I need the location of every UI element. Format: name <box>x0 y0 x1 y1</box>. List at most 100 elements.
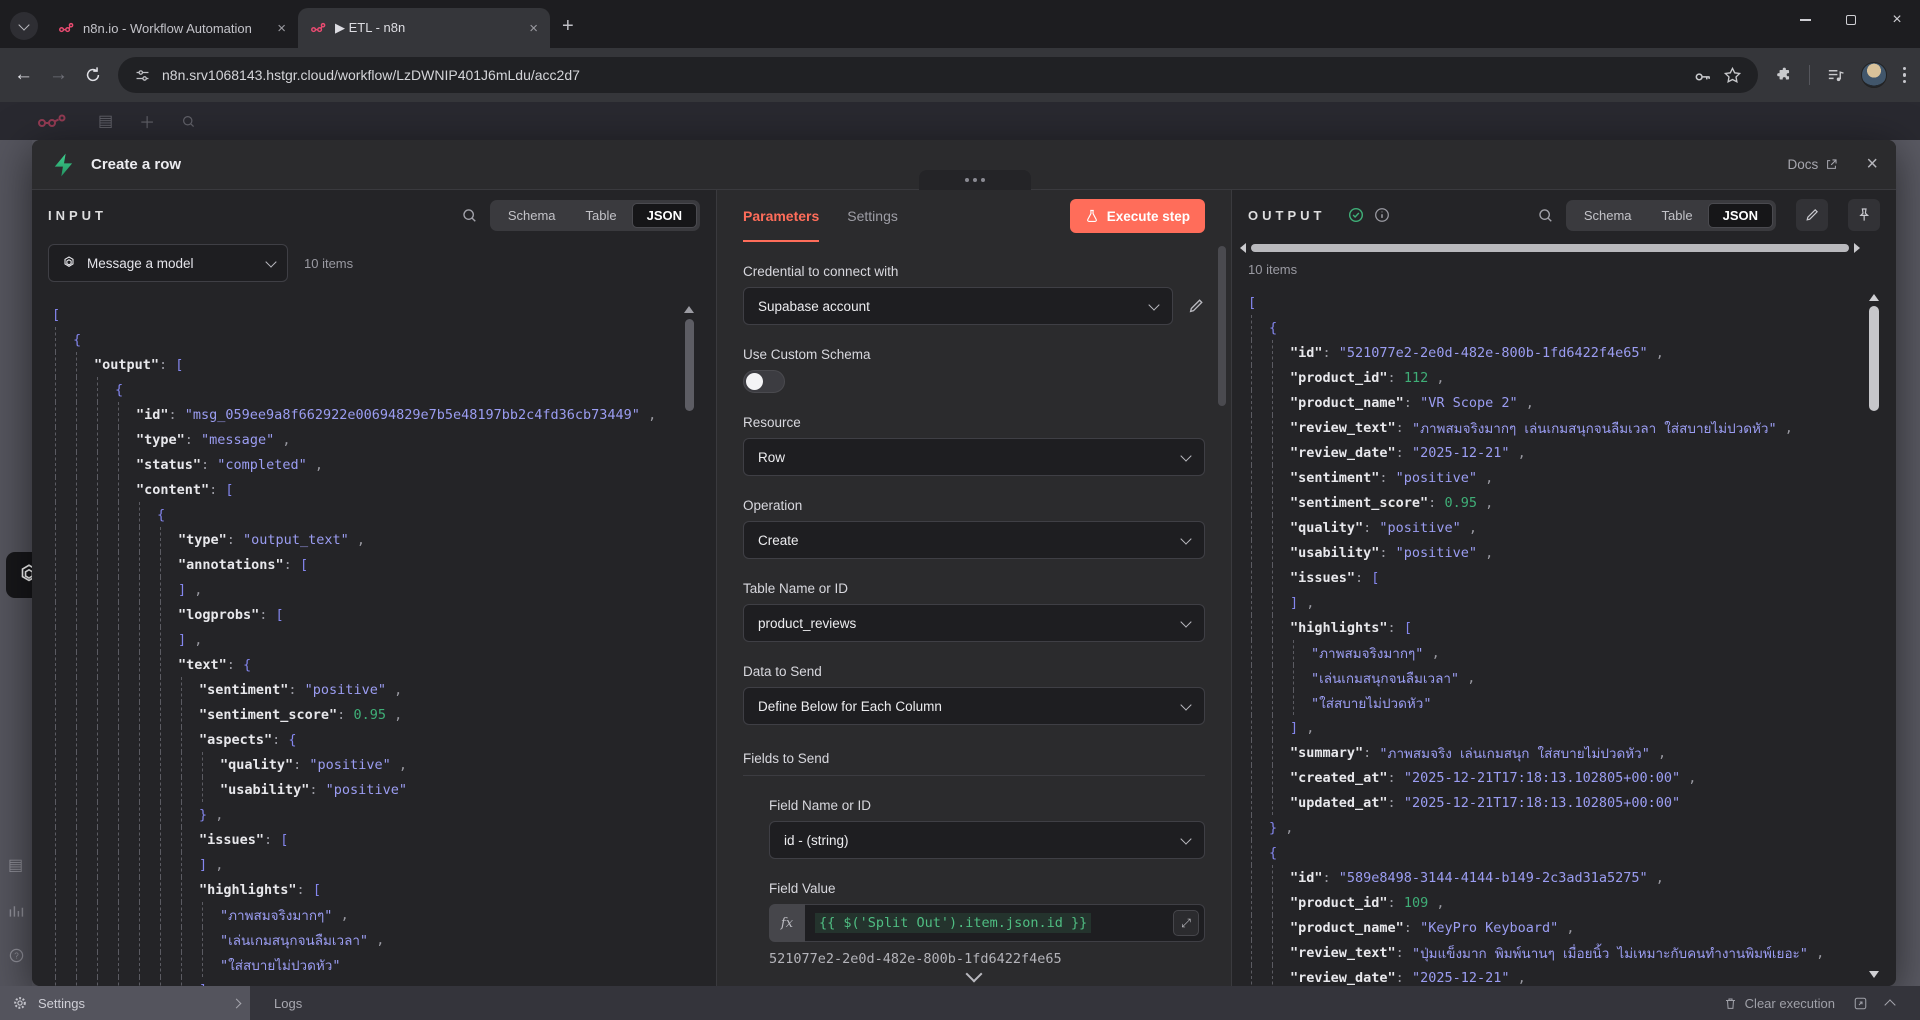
table-name-select[interactable]: product_reviews <box>743 604 1205 642</box>
success-check-icon <box>1347 206 1365 224</box>
scroll-right-icon[interactable] <box>1854 243 1860 253</box>
reload-button[interactable] <box>84 66 102 84</box>
scrollbar-thumb[interactable] <box>1218 246 1226 406</box>
browser-tabstrip: n8n.io - Workflow Automation × ▶ ETL - n… <box>0 0 1920 48</box>
info-icon[interactable] <box>1373 206 1391 224</box>
output-horizontal-scrollbar[interactable] <box>1240 242 1860 254</box>
output-json-view[interactable]: [{"id": "521077e2-2e0d-482e-800b-1fd6422… <box>1248 290 1852 986</box>
trash-icon <box>1723 996 1738 1011</box>
address-bar[interactable]: n8n.srv1068143.hstgr.cloud/workflow/LzDW… <box>118 57 1758 93</box>
input-node-label: Message a model <box>87 256 257 271</box>
tab-schema[interactable]: Schema <box>493 203 571 228</box>
input-panel: INPUT Schema Table JSON Message a model <box>32 190 717 986</box>
field-name-select[interactable]: id - (string) <box>769 821 1205 859</box>
tab-title: ▶ ETL - n8n <box>335 20 520 36</box>
bottom-bar: Settings Logs Clear execution <box>0 986 1920 1020</box>
edit-credential-pencil-icon[interactable] <box>1187 297 1205 315</box>
insights-chart-icon[interactable] <box>8 903 25 919</box>
site-info-tune-icon[interactable] <box>134 67 151 84</box>
tab-table[interactable]: Table <box>571 203 632 228</box>
profile-avatar[interactable] <box>1861 62 1887 88</box>
chevron-down-icon <box>1180 616 1191 627</box>
chevron-down-icon <box>1148 299 1159 310</box>
scroll-left-icon[interactable] <box>1240 243 1246 253</box>
chevron-down-icon <box>1180 699 1191 710</box>
data-to-send-label: Data to Send <box>743 664 1205 679</box>
field-value-expression-input[interactable]: {{ $('Split Out').item.json.id }} ⤢ <box>805 904 1205 942</box>
panel-drag-handle[interactable] <box>919 170 1031 190</box>
open-logs-icon[interactable] <box>1853 996 1868 1011</box>
output-search-icon[interactable] <box>1537 207 1554 224</box>
edit-output-pencil-icon[interactable] <box>1796 199 1828 231</box>
operation-label: Operation <box>743 498 1205 513</box>
scroll-up-icon[interactable] <box>684 306 694 313</box>
tab-parameters[interactable]: Parameters <box>743 190 819 242</box>
scrollbar-thumb[interactable] <box>1869 306 1879 411</box>
collapse-sidebar-chevron-icon[interactable] <box>232 998 242 1008</box>
custom-schema-label: Use Custom Schema <box>743 347 1205 362</box>
browser-tab-2-active[interactable]: ▶ ETL - n8n × <box>298 8 550 48</box>
chevron-down-icon <box>1180 450 1191 461</box>
clear-execution-button[interactable]: Clear execution <box>1723 996 1835 1011</box>
help-icon[interactable]: ? <box>8 947 25 964</box>
credential-select[interactable]: Supabase account <box>743 287 1173 325</box>
chevron-down-icon <box>1180 533 1191 544</box>
canvas-header-dimmed: ▤ ＋ <box>0 102 1920 140</box>
extensions-puzzle-icon[interactable] <box>1774 66 1793 85</box>
tab-json[interactable]: JSON <box>1708 203 1773 228</box>
scroll-more-chevron-icon[interactable] <box>966 966 983 983</box>
tab-json[interactable]: JSON <box>632 203 697 228</box>
tab-schema[interactable]: Schema <box>1569 203 1647 228</box>
docs-link[interactable]: Docs <box>1788 157 1839 172</box>
expand-expression-icon[interactable]: ⤢ <box>1173 910 1199 936</box>
scroll-down-icon[interactable] <box>1869 971 1879 978</box>
input-search-icon[interactable] <box>461 207 478 224</box>
output-panel: OUTPUT Schema Table JSON <box>1232 190 1896 986</box>
custom-schema-toggle[interactable] <box>743 370 785 393</box>
chevron-down-icon <box>265 256 276 267</box>
tab-search-button[interactable] <box>10 12 38 40</box>
password-key-icon[interactable] <box>1693 66 1712 85</box>
execute-step-button[interactable]: Execute step <box>1070 199 1205 233</box>
pin-data-icon[interactable] <box>1848 199 1880 231</box>
templates-icon[interactable]: ▤ <box>8 855 25 875</box>
window-minimize-button[interactable] <box>1782 0 1828 40</box>
url-text: n8n.srv1068143.hstgr.cloud/workflow/LzDW… <box>162 67 1682 83</box>
parameters-scrollbar[interactable] <box>1218 246 1226 406</box>
n8n-favicon-icon <box>310 20 326 36</box>
input-scrollbar[interactable] <box>684 306 694 411</box>
tab-table[interactable]: Table <box>1647 203 1708 228</box>
media-playlist-icon[interactable] <box>1826 66 1845 85</box>
window-maximize-button[interactable] <box>1828 0 1874 40</box>
supabase-node-icon <box>50 151 77 178</box>
scrollbar-thumb[interactable] <box>1251 244 1849 252</box>
bookmark-star-icon[interactable] <box>1723 66 1742 85</box>
window-close-button[interactable]: × <box>1874 0 1920 40</box>
forward-button[interactable]: → <box>49 64 68 86</box>
operation-select[interactable]: Create <box>743 521 1205 559</box>
close-tab-icon[interactable]: × <box>277 20 286 37</box>
close-tab-icon[interactable]: × <box>529 20 538 37</box>
resource-label: Resource <box>743 415 1205 430</box>
new-tab-button[interactable]: + <box>562 15 574 38</box>
input-node-select[interactable]: Message a model <box>48 244 288 282</box>
chevron-down-icon <box>18 19 29 30</box>
data-to-send-select[interactable]: Define Below for Each Column <box>743 687 1205 725</box>
dialog-close-icon[interactable]: × <box>1866 153 1878 176</box>
browser-menu-kebab-icon[interactable] <box>1903 67 1907 84</box>
reload-icon <box>84 66 102 84</box>
input-json-view[interactable]: [{"output": [{"id": "msg_059ee9a8f662922… <box>52 302 676 986</box>
browser-tab-1[interactable]: n8n.io - Workflow Automation × <box>46 8 298 48</box>
scrollbar-thumb[interactable] <box>685 319 694 411</box>
expand-logs-chevron-icon[interactable] <box>1884 999 1895 1010</box>
logs-panel-label[interactable]: Logs <box>274 996 302 1011</box>
scroll-up-icon[interactable] <box>1869 294 1879 301</box>
back-button[interactable]: ← <box>14 64 33 86</box>
sidebar-item-settings[interactable]: Settings <box>0 986 250 1020</box>
field-name-label: Field Name or ID <box>769 798 1205 813</box>
tab-settings[interactable]: Settings <box>847 190 898 242</box>
gear-icon <box>12 995 28 1011</box>
output-scrollbar[interactable] <box>1868 294 1880 978</box>
toolbar-divider <box>1809 65 1810 85</box>
resource-select[interactable]: Row <box>743 438 1205 476</box>
